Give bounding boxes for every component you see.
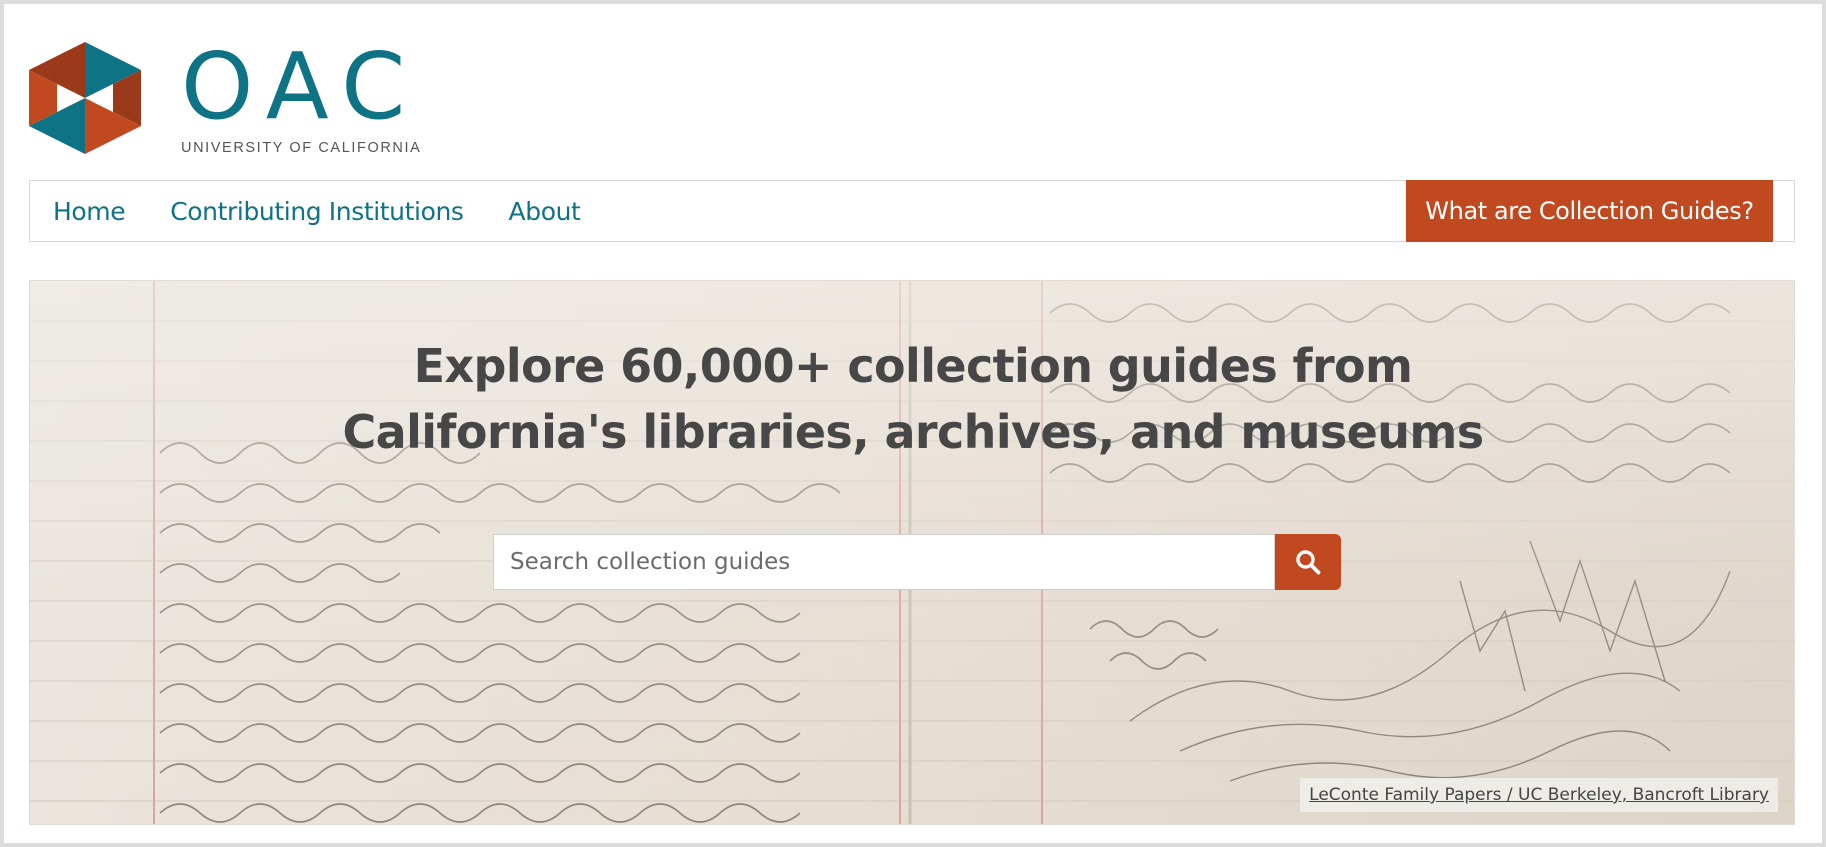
nav-item-home[interactable]: Home bbox=[53, 197, 126, 226]
hero-title-line-1: Explore 60,000+ collection guides from bbox=[413, 339, 1413, 393]
image-credit: LeConte Family Papers / UC Berkeley, Ban… bbox=[1300, 778, 1778, 812]
site-header: OAC UNIVERSITY OF CALIFORNIA bbox=[4, 4, 1822, 180]
main-nav: Home Contributing Institutions About Wha… bbox=[29, 180, 1795, 242]
nav-item-contributing-institutions[interactable]: Contributing Institutions bbox=[170, 197, 464, 226]
oac-logo-mark-icon bbox=[29, 42, 141, 154]
hero-title-line-2: California's libraries, archives, and mu… bbox=[342, 405, 1485, 459]
nav-item-about[interactable]: About bbox=[509, 197, 581, 226]
collection-guides-button[interactable]: What are Collection Guides? bbox=[1406, 180, 1773, 242]
hero-banner: Explore 60,000+ collection guides from C… bbox=[29, 280, 1795, 825]
search-input[interactable] bbox=[493, 534, 1275, 590]
image-credit-link[interactable]: LeConte Family Papers / UC Berkeley, Ban… bbox=[1309, 785, 1769, 805]
oac-logo[interactable]: OAC UNIVERSITY OF CALIFORNIA bbox=[29, 33, 422, 157]
hero-title: Explore 60,000+ collection guides from C… bbox=[30, 333, 1794, 465]
logo-subtitle: UNIVERSITY OF CALIFORNIA bbox=[181, 140, 422, 156]
search-button[interactable] bbox=[1275, 534, 1341, 590]
search-form bbox=[493, 534, 1345, 590]
search-icon bbox=[1296, 550, 1321, 575]
logo-wordmark: OAC UNIVERSITY OF CALIFORNIA bbox=[181, 33, 422, 157]
logo-title: OAC bbox=[181, 33, 420, 140]
